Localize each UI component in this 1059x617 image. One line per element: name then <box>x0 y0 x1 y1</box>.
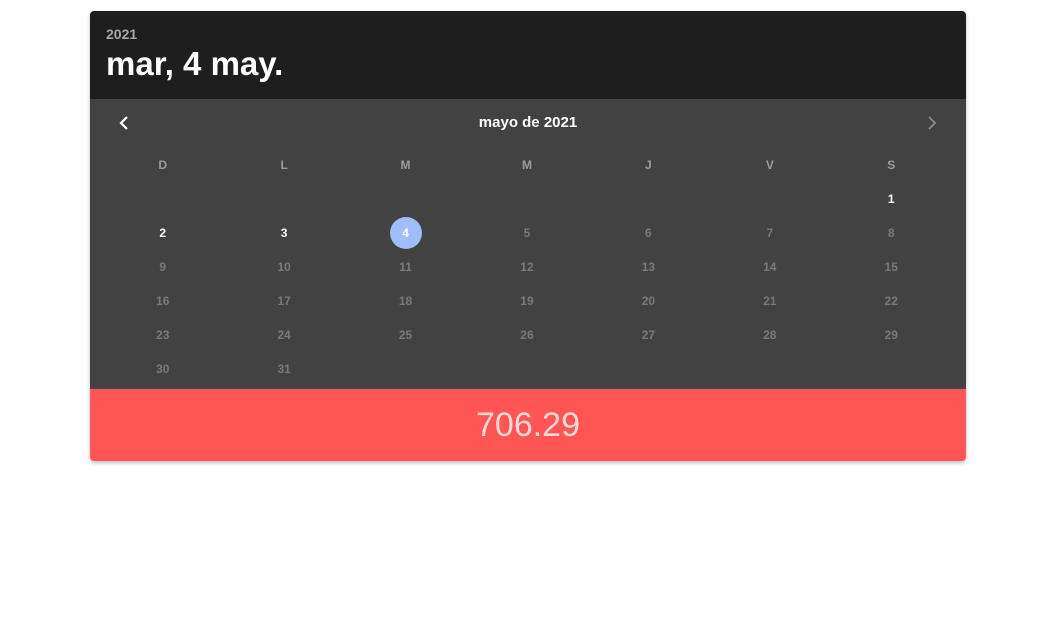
day-label: 19 <box>520 294 534 308</box>
empty-day-cell <box>709 352 830 386</box>
weekday-label: D <box>158 158 168 172</box>
selected-day-button[interactable]: 4 <box>345 216 466 250</box>
empty-day-cell <box>345 352 466 386</box>
day-label: 17 <box>277 294 291 308</box>
date-picker-card: 2021 mar, 4 may. mayo de 2021 D L M M J … <box>90 11 966 461</box>
day-label: 7 <box>766 226 774 240</box>
empty-day-cell <box>345 182 466 216</box>
day-label: 26 <box>520 328 534 342</box>
calendar-week: 16 17 18 19 20 21 22 <box>90 284 966 318</box>
day-label: 25 <box>398 328 413 342</box>
day-label: 23 <box>156 328 170 342</box>
day-label: 4 <box>389 217 422 249</box>
day-label: 1 <box>887 192 895 206</box>
day-button: 6 <box>588 216 709 250</box>
date-picker-header: 2021 mar, 4 may. <box>90 11 966 99</box>
day-label: 3 <box>280 226 288 240</box>
day-button: 23 <box>102 318 223 352</box>
day-button: 22 <box>831 284 952 318</box>
day-button: 9 <box>102 250 223 284</box>
weekday-label: V <box>765 158 774 172</box>
calendar-week: 23 24 25 26 27 28 29 <box>90 318 966 352</box>
chevron-right-icon <box>928 116 937 130</box>
day-button: 15 <box>831 250 952 284</box>
weekday-label: J <box>645 158 652 172</box>
empty-day-cell <box>831 352 952 386</box>
day-button: 5 <box>466 216 587 250</box>
day-button: 12 <box>466 250 587 284</box>
day-label: 11 <box>399 260 412 274</box>
day-label: 27 <box>641 328 656 342</box>
day-button: 7 <box>709 216 830 250</box>
value-display: 706.29 <box>476 406 580 444</box>
day-button: 19 <box>466 284 587 318</box>
day-label: 2 <box>159 226 167 240</box>
calendar-week: 9 10 11 12 13 14 15 <box>90 250 966 284</box>
day-label: 8 <box>887 226 895 240</box>
day-button: 24 <box>223 318 344 352</box>
weekday-label: L <box>280 158 288 172</box>
day-button: 21 <box>709 284 830 318</box>
day-label: 5 <box>523 226 531 240</box>
day-label: 28 <box>763 328 777 342</box>
weekday-label: S <box>887 158 896 172</box>
day-button: 29 <box>831 318 952 352</box>
calendar-week: 30 31 <box>90 352 966 386</box>
empty-day-cell <box>466 352 587 386</box>
day-button: 13 <box>588 250 709 284</box>
day-button: 27 <box>588 318 709 352</box>
day-button: 25 <box>345 318 466 352</box>
month-label: mayo de 2021 <box>478 114 578 131</box>
selected-year[interactable]: 2021 <box>106 26 950 42</box>
empty-day-cell <box>102 182 223 216</box>
empty-day-cell <box>588 182 709 216</box>
day-button: 26 <box>466 318 587 352</box>
empty-day-cell <box>466 182 587 216</box>
empty-day-cell <box>709 182 830 216</box>
weekday-label: M <box>400 158 411 172</box>
day-button[interactable]: 1 <box>831 182 952 216</box>
day-label: 29 <box>884 328 898 342</box>
calendar-week: 1 <box>90 182 966 216</box>
day-button: 10 <box>223 250 344 284</box>
weekday-label: M <box>521 158 532 172</box>
month-navigation: mayo de 2021 <box>90 99 966 146</box>
day-label: 10 <box>277 260 291 274</box>
calendar-grid: 1 2 3 4 5 6 7 8 9 10 11 12 13 14 15 16 17 18 19 20 21 22 23 24 2… <box>90 182 966 386</box>
empty-day-cell <box>223 182 344 216</box>
day-button: 16 <box>102 284 223 318</box>
day-label: 22 <box>884 294 898 308</box>
calendar-week: 2 3 4 5 6 7 8 <box>90 216 966 250</box>
day-label: 30 <box>156 362 170 376</box>
day-button: 18 <box>345 284 466 318</box>
day-label: 13 <box>641 260 656 274</box>
day-label: 31 <box>277 362 291 376</box>
calendar: mayo de 2021 D L M M J V S 1 2 3 4 5 6 7 8 9 10 11… <box>90 99 966 389</box>
day-label: 16 <box>156 294 170 308</box>
day-label: 9 <box>159 260 167 274</box>
day-button: 14 <box>709 250 830 284</box>
value-bar: 706.29 <box>90 389 966 461</box>
day-button: 30 <box>102 352 223 386</box>
day-label: 18 <box>398 294 413 308</box>
day-button[interactable]: 3 <box>223 216 344 250</box>
next-month-button[interactable] <box>920 111 944 135</box>
day-label: 15 <box>884 260 898 274</box>
empty-day-cell <box>588 352 709 386</box>
day-button: 20 <box>588 284 709 318</box>
day-label: 20 <box>641 294 656 308</box>
weekday-header: D L M M J V S <box>90 148 966 182</box>
day-button[interactable]: 2 <box>102 216 223 250</box>
day-button: 11 <box>345 250 466 284</box>
day-button: 31 <box>223 352 344 386</box>
day-label: 12 <box>520 260 534 274</box>
day-label: 24 <box>277 328 291 342</box>
day-button: 8 <box>831 216 952 250</box>
day-button: 17 <box>223 284 344 318</box>
day-label: 21 <box>763 294 777 308</box>
selected-date: mar, 4 may. <box>106 45 284 82</box>
day-label: 14 <box>763 260 777 274</box>
day-button: 28 <box>709 318 830 352</box>
day-label: 6 <box>645 226 652 240</box>
